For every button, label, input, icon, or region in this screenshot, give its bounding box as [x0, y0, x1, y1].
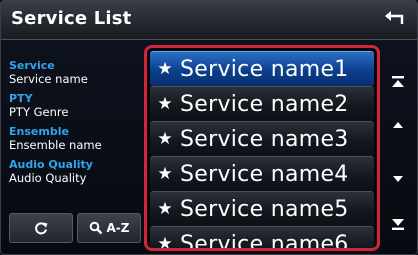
star-icon: ★ — [157, 94, 173, 114]
list-item[interactable]: ★ Service name6 — [150, 226, 374, 251]
pty-label: PTY — [9, 92, 33, 105]
service-list-frame: ★ Service name1 ★ Service name2 ★ Servic… — [144, 45, 380, 251]
page-title: Service List — [11, 8, 132, 29]
star-icon: ★ — [157, 129, 173, 149]
audio-quality-label: Audio Quality — [9, 158, 93, 171]
service-item-name: Service name5 — [180, 196, 349, 222]
scroll-bottom-icon — [392, 219, 404, 230]
service-list: ★ Service name1 ★ Service name2 ★ Servic… — [150, 51, 374, 251]
pty-value: PTY Genre — [9, 105, 69, 119]
service-info-panel: Service Service name PTY PTY Genre Ensem… — [9, 59, 134, 191]
scroll-down-icon — [393, 176, 403, 182]
refresh-icon — [35, 222, 48, 235]
back-icon — [385, 11, 404, 24]
star-icon: ★ — [157, 199, 173, 219]
service-item-name: Service name1 — [180, 56, 349, 82]
star-icon: ★ — [157, 234, 173, 251]
scroll-top-icon — [392, 76, 404, 87]
ensemble-label: Ensemble — [9, 125, 69, 138]
scroll-down-button[interactable] — [387, 169, 409, 191]
title-bar: Service List — [1, 1, 417, 40]
service-list-screen: Service List Service Service name PTY PT… — [0, 0, 418, 255]
list-item[interactable]: ★ Service name3 — [150, 121, 374, 156]
star-icon: ★ — [157, 59, 173, 79]
list-item[interactable]: ★ Service name5 — [150, 191, 374, 226]
list-tools: A-Z — [9, 213, 141, 243]
service-item-name: Service name3 — [180, 126, 349, 152]
search-az-button[interactable]: A-Z — [77, 213, 141, 243]
audio-quality-value: Audio Quality — [9, 171, 87, 185]
sort-label: A-Z — [106, 221, 130, 235]
list-item[interactable]: ★ Service name1 — [150, 51, 374, 86]
service-item-name: Service name2 — [180, 91, 349, 117]
refresh-button[interactable] — [9, 213, 73, 243]
service-item-name: Service name6 — [180, 231, 349, 251]
scroll-up-icon — [393, 122, 403, 128]
back-button[interactable] — [384, 9, 408, 31]
service-item-name: Service name4 — [180, 161, 349, 187]
service-value: Service name — [9, 72, 88, 86]
list-item[interactable]: ★ Service name4 — [150, 156, 374, 191]
search-icon — [89, 221, 102, 235]
ensemble-value: Ensemble name — [9, 138, 102, 152]
service-label: Service — [9, 59, 55, 72]
star-icon: ★ — [157, 164, 173, 184]
list-item[interactable]: ★ Service name2 — [150, 86, 374, 121]
scroll-top-button[interactable] — [387, 71, 409, 93]
scroll-up-button[interactable] — [387, 113, 409, 135]
scroll-bottom-button[interactable] — [387, 213, 409, 235]
